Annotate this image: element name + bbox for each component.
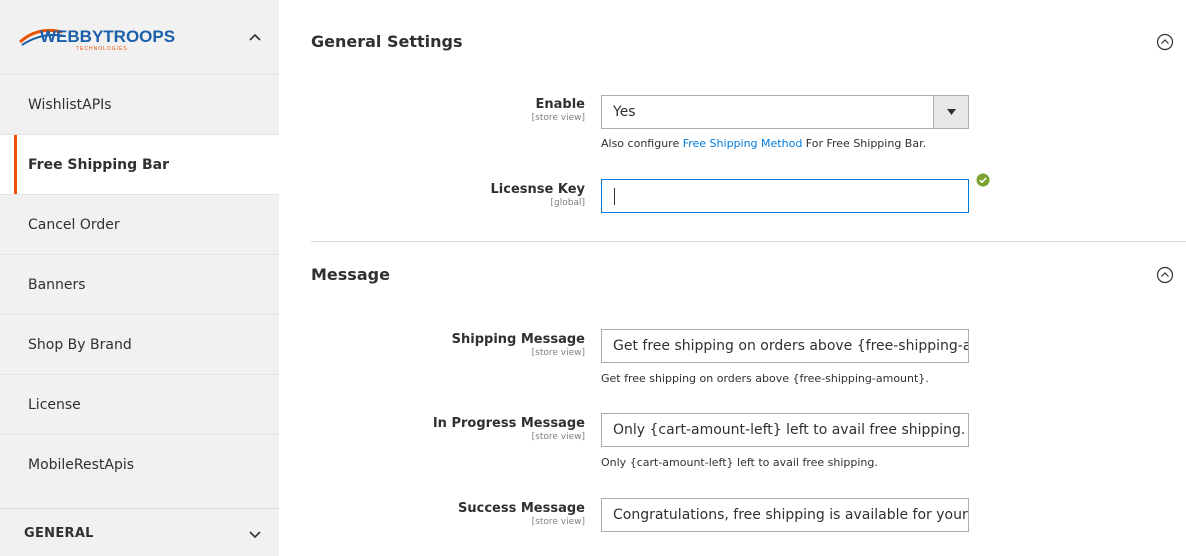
success-message-label: Success Message [store view] <box>458 501 585 528</box>
field-label: In Progress Message <box>432 416 585 431</box>
sidebar-item-cancel-order[interactable]: Cancel Order <box>0 195 279 255</box>
vendor-tab-header[interactable]: WEBBYTROOPS TECHNOLOGIES <box>0 0 279 75</box>
field-label: Licesnse Key <box>490 182 585 197</box>
sidebar-group-general[interactable]: GENERAL <box>0 508 279 556</box>
message-section-title[interactable]: Message <box>311 265 390 284</box>
enable-select[interactable]: Yes <box>601 95 969 129</box>
sidebar-item-label: Free Shipping Bar <box>28 156 170 173</box>
sidebar-item-label: MobileRestApis <box>28 457 135 473</box>
field-label: Enable <box>535 97 586 112</box>
valid-check-icon <box>976 173 990 187</box>
sidebar-item-label: Shop By Brand <box>28 336 132 353</box>
sidebar-item-free-shipping-bar[interactable]: Free Shipping Bar <box>0 135 279 195</box>
sidebar-item-label: Banners <box>28 276 86 293</box>
enable-select-value: Yes <box>613 104 636 120</box>
webbytroops-logo: WEBBYTROOPS TECHNOLOGIES <box>19 27 175 52</box>
text-caret <box>614 188 615 205</box>
sidebar-item-license[interactable]: License <box>0 375 279 435</box>
section-divider <box>311 241 1186 242</box>
sidebar-group-label: GENERAL <box>24 526 94 541</box>
field-scope: [store view] <box>531 348 585 358</box>
in-progress-message-label: In Progress Message [store view] <box>433 416 585 443</box>
sidebar-item-mobilerestapis[interactable]: MobileRestApis <box>0 435 279 495</box>
sidebar-item-shop-by-brand[interactable]: Shop By Brand <box>0 315 279 375</box>
field-scope: [store view] <box>531 432 585 442</box>
svg-text:WEBBYTROOPS: WEBBYTROOPS <box>40 27 175 46</box>
chevron-up-icon[interactable] <box>244 26 266 48</box>
sidebar-item-label: License <box>28 396 81 413</box>
field-scope: [store view] <box>531 517 585 527</box>
caret-down-icon <box>947 109 956 115</box>
field-label: Success Message <box>458 501 585 516</box>
svg-text:TECHNOLOGIES: TECHNOLOGIES <box>76 46 128 52</box>
field-scope: [store view] <box>531 113 585 123</box>
general-settings-title[interactable]: General Settings <box>311 32 463 51</box>
vendor-section-list: WishlistAPIs Free Shipping Bar Cancel Or… <box>0 75 279 495</box>
license-key-label: Licesnse Key [global] <box>491 182 585 209</box>
sidebar-item-label: WishlistAPIs <box>28 96 112 113</box>
chevron-down-icon[interactable] <box>244 523 266 545</box>
shipping-message-note: Get free shipping on orders above {free-… <box>601 372 929 385</box>
field-label: Shipping Message <box>451 332 585 347</box>
in-progress-message-note: Only {cart-amount-left} left to avail fr… <box>601 456 878 469</box>
in-progress-message-input[interactable]: Only {cart-amount-left} left to avail fr… <box>601 413 969 447</box>
select-arrow[interactable] <box>933 96 968 128</box>
collapse-circle-icon[interactable] <box>1156 266 1174 284</box>
sidebar-item-banners[interactable]: Banners <box>0 255 279 315</box>
free-shipping-method-link[interactable]: Free Shipping Method <box>683 137 803 150</box>
field-scope: [global] <box>550 198 585 208</box>
success-message-input[interactable]: Congratulations, free shipping is availa… <box>601 498 969 532</box>
config-sidebar: WEBBYTROOPS TECHNOLOGIES WishlistAPIs Fr… <box>0 0 279 556</box>
license-key-input[interactable] <box>601 179 969 213</box>
shipping-message-label: Shipping Message [store view] <box>452 332 585 359</box>
sidebar-item-label: Cancel Order <box>28 216 120 233</box>
sidebar-item-wishlistapis[interactable]: WishlistAPIs <box>0 75 279 135</box>
enable-note: Also configure Free Shipping Method For … <box>601 137 927 150</box>
collapse-circle-icon[interactable] <box>1156 33 1174 51</box>
shipping-message-input[interactable]: Get free shipping on orders above {free-… <box>601 329 969 363</box>
enable-label: Enable [store view] <box>532 97 585 124</box>
